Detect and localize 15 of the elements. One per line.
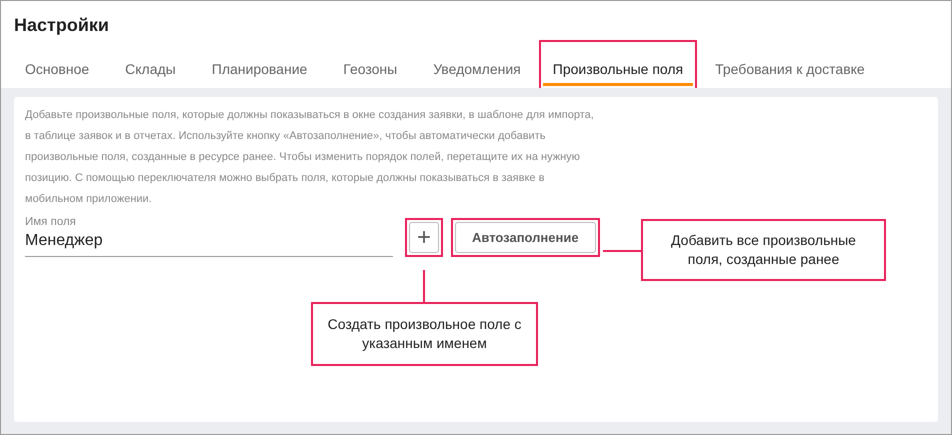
- callout-text: Создать произвольное поле с указанным именем: [311, 302, 538, 366]
- tab[interactable]: Склады: [107, 52, 194, 86]
- description-text: Добавьте произвольные поля, которые должны показываться в окне создания заявки, в шаблоне для импорта, в таблице заявок и в отчетах. Используйте кнопку «Автозаполнение», чтобы автоматически добавить произвольные поля, созданные в ресурсе ранее. Чтобы изменить порядок полей, перетащите их на нужную позицию. С помощью переключателя можно выбрать поля, которые должны показываться в заявке в мобильном приложении.: [25, 108, 595, 207]
- callout-text: Добавить все произвольные поля, созданные ранее: [641, 219, 886, 281]
- tab[interactable]: Геозоны: [325, 52, 416, 86]
- tab[interactable]: Планирование: [194, 52, 326, 86]
- autofill-button[interactable]: Автозаполнение: [455, 222, 596, 253]
- window-title: Настройки: [14, 15, 110, 37]
- tab[interactable]: Основное: [7, 52, 108, 86]
- field-label: Имя поля: [25, 216, 77, 228]
- leader-line: [603, 250, 641, 252]
- add-button[interactable]: +: [409, 222, 439, 253]
- tab[interactable]: Уведомления: [415, 52, 539, 86]
- leader-line: [423, 270, 425, 302]
- tab[interactable]: Требования к доставке: [697, 52, 883, 86]
